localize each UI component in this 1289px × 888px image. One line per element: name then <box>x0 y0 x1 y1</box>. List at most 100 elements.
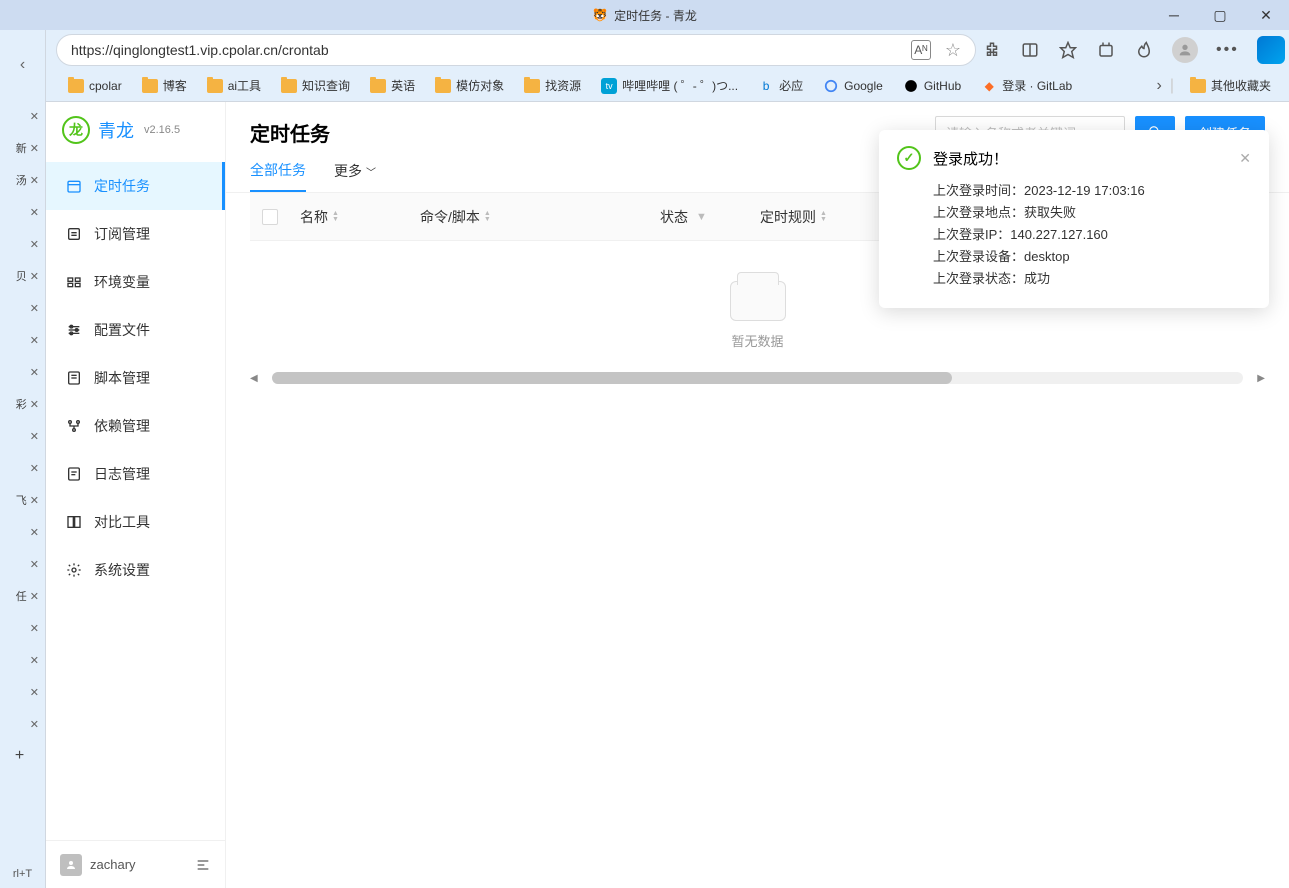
vertical-tab[interactable]: 贝✕ <box>0 260 45 292</box>
window-titlebar: 🐯 定时任务 - 青龙 ─ ▢ ✕ <box>0 0 1289 30</box>
split-screen-icon[interactable] <box>1020 40 1040 60</box>
close-tab-icon[interactable]: ✕ <box>30 462 39 475</box>
notification-close-button[interactable]: ✕ <box>1239 150 1251 167</box>
sidebar-item-subscription[interactable]: 订阅管理 <box>46 210 225 258</box>
minimize-button[interactable]: ─ <box>1151 0 1197 30</box>
vertical-tab[interactable]: ✕ <box>0 676 45 708</box>
sort-icon: ▲▼ <box>332 211 339 223</box>
tab-more[interactable]: 更多﹀ <box>334 161 376 191</box>
collapse-sidebar-button[interactable] <box>195 857 211 873</box>
close-tab-icon[interactable]: ✕ <box>30 654 39 667</box>
favorites-icon[interactable] <box>1058 40 1078 60</box>
sidebar-item-crontab[interactable]: 定时任务 <box>46 162 225 210</box>
sidebar-item-dependency[interactable]: 依赖管理 <box>46 402 225 450</box>
close-tab-icon[interactable]: ✕ <box>30 174 39 187</box>
close-tab-icon[interactable]: ✕ <box>30 302 39 315</box>
bookmark-item[interactable]: 英语 <box>362 73 423 98</box>
vertical-tab[interactable]: ✕ <box>0 548 45 580</box>
horizontal-scrollbar[interactable]: ◀ ▶ <box>250 370 1265 386</box>
vertical-tab[interactable]: ✕ <box>0 196 45 228</box>
filter-icon[interactable]: ▼ <box>696 211 707 223</box>
vertical-tab[interactable]: ✕ <box>0 644 45 676</box>
more-menu-button[interactable]: ••• <box>1216 41 1239 59</box>
bookmark-item[interactable]: cpolar <box>60 75 130 97</box>
vertical-tab[interactable]: ✕ <box>0 612 45 644</box>
maximize-button[interactable]: ▢ <box>1197 0 1243 30</box>
vertical-tab[interactable]: 彩✕ <box>0 388 45 420</box>
close-tab-icon[interactable]: ✕ <box>30 590 39 603</box>
close-tab-icon[interactable]: ✕ <box>30 494 39 507</box>
sidebar-item-log[interactable]: 日志管理 <box>46 450 225 498</box>
vertical-tab[interactable]: ✕ <box>0 420 45 452</box>
close-tab-icon[interactable]: ✕ <box>30 558 39 571</box>
vertical-tab[interactable]: ✕ <box>0 228 45 260</box>
select-all-checkbox[interactable] <box>250 209 300 225</box>
close-tab-icon[interactable]: ✕ <box>30 270 39 283</box>
extensions-icon[interactable] <box>982 40 1002 60</box>
close-tab-icon[interactable]: ✕ <box>30 526 39 539</box>
close-tab-icon[interactable]: ✕ <box>30 430 39 443</box>
sidebar-item-config[interactable]: 配置文件 <box>46 306 225 354</box>
bookmark-item[interactable]: ai工具 <box>199 73 269 98</box>
performance-icon[interactable] <box>1134 40 1154 60</box>
favorite-star-icon[interactable]: ☆ <box>945 40 961 61</box>
copilot-icon[interactable] <box>1257 36 1285 64</box>
bookmark-item[interactable]: tv哔哩哔哩 ( ゜- ゜)つ... <box>593 73 746 98</box>
vertical-tab[interactable]: ✕ <box>0 356 45 388</box>
vertical-tab[interactable]: 汤✕ <box>0 164 45 196</box>
tab-all-tasks[interactable]: 全部任务 <box>250 160 306 192</box>
column-command[interactable]: 命令/脚本▲▼ <box>420 207 660 227</box>
bookmark-item[interactable]: 博客 <box>134 73 195 98</box>
close-tab-icon[interactable]: ✕ <box>30 718 39 731</box>
bookmark-item[interactable]: 知识查询 <box>273 73 358 98</box>
script-icon <box>66 370 82 386</box>
close-tab-icon[interactable]: ✕ <box>30 398 39 411</box>
vertical-tab[interactable]: 飞✕ <box>0 484 45 516</box>
scroll-left-icon[interactable]: ◀ <box>250 373 258 384</box>
user-avatar-icon[interactable] <box>60 854 82 876</box>
scroll-right-icon[interactable]: ▶ <box>1257 373 1265 384</box>
vertical-tab[interactable]: ✕ <box>0 516 45 548</box>
back-button[interactable]: ‹ <box>0 30 45 100</box>
vertical-tab[interactable]: ✕ <box>0 100 45 132</box>
close-tab-icon[interactable]: ✕ <box>30 238 39 251</box>
close-button[interactable]: ✕ <box>1243 0 1289 30</box>
bookmark-item[interactable]: ◆登录 · GitLab <box>973 73 1080 98</box>
sidebar-item-settings[interactable]: 系统设置 <box>46 546 225 594</box>
address-bar[interactable]: https://qinglongtest1.vip.cpolar.cn/cron… <box>56 34 976 66</box>
vertical-tab[interactable]: 新✕ <box>0 132 45 164</box>
close-tab-icon[interactable]: ✕ <box>30 206 39 219</box>
sidebar-item-diff[interactable]: 对比工具 <box>46 498 225 546</box>
vertical-tab[interactable]: ✕ <box>0 708 45 740</box>
vertical-tab[interactable]: ✕ <box>0 324 45 356</box>
schedule-icon <box>66 178 82 194</box>
profile-avatar-icon[interactable] <box>1172 37 1198 63</box>
sort-icon: ▲▼ <box>820 211 827 223</box>
column-cron[interactable]: 定时规则▲▼ <box>760 207 880 227</box>
collections-icon[interactable] <box>1096 40 1116 60</box>
column-name[interactable]: 名称▲▼ <box>300 207 420 227</box>
column-status[interactable]: 状态▼ <box>660 207 760 227</box>
scroll-thumb[interactable] <box>272 372 952 384</box>
close-tab-icon[interactable]: ✕ <box>30 334 39 347</box>
close-tab-icon[interactable]: ✕ <box>30 142 39 155</box>
sidebar-item-env[interactable]: 环境变量 <box>46 258 225 306</box>
bookmarks-overflow-icon[interactable]: › <box>1157 77 1162 95</box>
close-tab-icon[interactable]: ✕ <box>30 366 39 379</box>
vertical-tab[interactable]: ✕ <box>0 292 45 324</box>
other-bookmarks[interactable]: 其他收藏夹 <box>1182 73 1279 98</box>
bookmark-item[interactable]: b必应 <box>750 73 811 98</box>
close-tab-icon[interactable]: ✕ <box>30 622 39 635</box>
bookmark-item[interactable]: GitHub <box>895 74 969 98</box>
new-tab-button[interactable]: + <box>0 740 45 772</box>
close-tab-icon[interactable]: ✕ <box>30 110 39 123</box>
vertical-tab[interactable]: ✕ <box>0 452 45 484</box>
scroll-track[interactable] <box>272 372 1244 384</box>
close-tab-icon[interactable]: ✕ <box>30 686 39 699</box>
sidebar-item-script[interactable]: 脚本管理 <box>46 354 225 402</box>
bookmark-item[interactable]: 模仿对象 <box>427 73 512 98</box>
read-aloud-icon[interactable]: Aᴺ <box>911 40 931 60</box>
bookmark-item[interactable]: 找资源 <box>516 73 589 98</box>
bookmark-item[interactable]: Google <box>815 74 891 98</box>
vertical-tab[interactable]: 任✕ <box>0 580 45 612</box>
